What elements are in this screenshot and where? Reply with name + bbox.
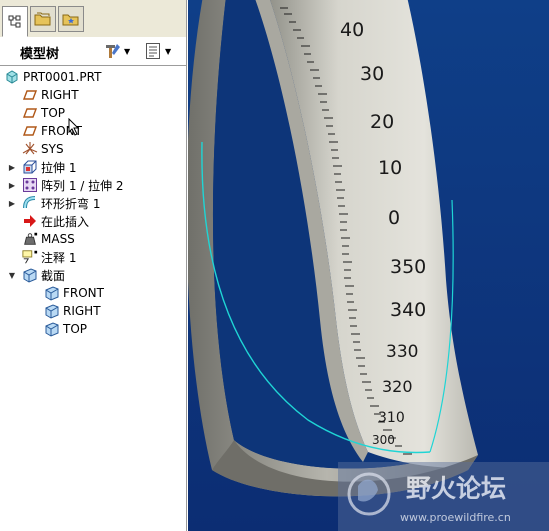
scale-label: 300 xyxy=(372,433,395,447)
scale-label: 40 xyxy=(340,19,364,41)
tree-item-label: MASS xyxy=(41,232,75,246)
datum-plane-icon xyxy=(22,123,38,139)
tree-item-toroidal-bend-1[interactable]: 环形折弯 1 xyxy=(22,194,100,212)
tree-item-label: TOP xyxy=(63,322,88,336)
tree-item-label: 在此插入 xyxy=(41,214,90,229)
tree-item-extrude-1[interactable]: 拉伸 1 xyxy=(22,158,76,176)
expand-arrow-icon[interactable]: ▶ xyxy=(8,158,16,176)
tree-item-label: TOP xyxy=(41,106,66,120)
scale-label: 0 xyxy=(388,207,400,229)
tree-item-section-right[interactable]: RIGHT xyxy=(44,302,101,320)
tree-item-top-plane[interactable]: TOP xyxy=(22,104,65,122)
tree-item-label: 拉伸 1 xyxy=(41,160,77,175)
tree-item-label: RIGHT xyxy=(41,88,79,102)
watermark-title: 野火论坛 xyxy=(406,474,506,503)
tree-item-insert-here[interactable]: 在此插入 xyxy=(22,212,89,230)
toroidal-bend-icon xyxy=(22,195,38,211)
tree-item-section-top[interactable]: TOP xyxy=(44,320,87,338)
tab-folder-browser[interactable] xyxy=(30,6,56,32)
mouse-cursor-icon xyxy=(68,118,80,136)
section-icon xyxy=(22,267,38,283)
model-tree-icon xyxy=(8,15,21,27)
hammer-tools-icon xyxy=(106,44,120,58)
tree-item-right-plane[interactable]: RIGHT xyxy=(22,86,79,104)
scale-label: 10 xyxy=(378,157,402,179)
scale-label: 340 xyxy=(390,299,426,321)
scale-label: 310 xyxy=(378,410,405,426)
note-icon xyxy=(22,249,38,265)
tree-show-button[interactable]: ▼ xyxy=(145,41,171,61)
tree-item-label: PRT0001.PRT xyxy=(23,70,102,84)
chevron-down-icon: ▼ xyxy=(124,46,131,56)
forum-watermark: 野火论坛 www.proewildfire.cn xyxy=(338,462,549,531)
section-plane-icon xyxy=(44,321,60,337)
expand-arrow-icon[interactable]: ▶ xyxy=(8,176,16,194)
mass-analysis-icon xyxy=(22,231,38,247)
tree-settings-button[interactable]: ▼ xyxy=(103,41,130,61)
navigator-tabbar xyxy=(0,0,186,38)
tree-item-label: RIGHT xyxy=(63,304,101,318)
tree-item-label: 阵列 1 / 拉伸 2 xyxy=(41,178,124,193)
watermark-url: www.proewildfire.cn xyxy=(400,511,511,524)
tree-item-label: FRONT xyxy=(63,286,104,300)
pattern-icon xyxy=(22,177,38,193)
list-document-icon xyxy=(146,43,160,59)
folder-icon xyxy=(34,12,51,26)
model-tree-title: 模型树 xyxy=(20,47,60,62)
tree-item-coordinate-system[interactable]: SYS xyxy=(22,140,64,158)
tree-item-mass[interactable]: MASS xyxy=(22,230,75,248)
scale-label: 320 xyxy=(382,377,413,396)
scale-label: 350 xyxy=(390,256,426,278)
graphics-viewport[interactable]: 40 30 20 10 0 350 340 330 320 310 300 野火… xyxy=(188,0,549,531)
expand-arrow-icon[interactable]: ▶ xyxy=(8,194,16,212)
tree-item-sections[interactable]: 截面 xyxy=(22,266,65,284)
tree-item-label: 注释 1 xyxy=(41,250,77,265)
model-tree-panel: 模型树 ▼ ▼ PRT0001.PRT RIGHT TOP FRONT SYS … xyxy=(0,0,187,531)
tree-item-label: 截面 xyxy=(41,268,66,283)
chevron-down-icon: ▼ xyxy=(165,46,172,56)
section-plane-icon xyxy=(44,285,60,301)
datum-plane-icon xyxy=(22,87,38,103)
model-tree-header: 模型树 ▼ ▼ xyxy=(0,37,186,66)
datum-plane-icon xyxy=(22,105,38,121)
scale-label: 330 xyxy=(386,342,418,362)
tree-item-note-1[interactable]: 注释 1 xyxy=(22,248,76,266)
insert-here-arrow-icon xyxy=(22,213,38,229)
tab-model-tree[interactable] xyxy=(2,6,28,37)
tree-item-pattern-1[interactable]: 阵列 1 / 拉伸 2 xyxy=(22,176,124,194)
favorites-folder-icon xyxy=(62,14,79,26)
extrude-icon xyxy=(22,159,38,175)
scale-label: 30 xyxy=(360,63,384,85)
part-icon xyxy=(4,69,20,85)
tab-favorites[interactable] xyxy=(58,6,84,32)
tree-item-label: 环形折弯 1 xyxy=(41,196,101,211)
section-plane-icon xyxy=(44,303,60,319)
ring-model: 40 30 20 10 0 350 340 330 320 310 300 野火… xyxy=(188,0,549,531)
coordinate-system-icon xyxy=(22,141,38,157)
tree-item-label: SYS xyxy=(41,142,64,156)
tree-item-part[interactable]: PRT0001.PRT xyxy=(4,68,101,86)
tree-item-section-front[interactable]: FRONT xyxy=(44,284,104,302)
collapse-arrow-icon[interactable]: ▼ xyxy=(8,266,16,284)
scale-label: 20 xyxy=(370,111,394,133)
